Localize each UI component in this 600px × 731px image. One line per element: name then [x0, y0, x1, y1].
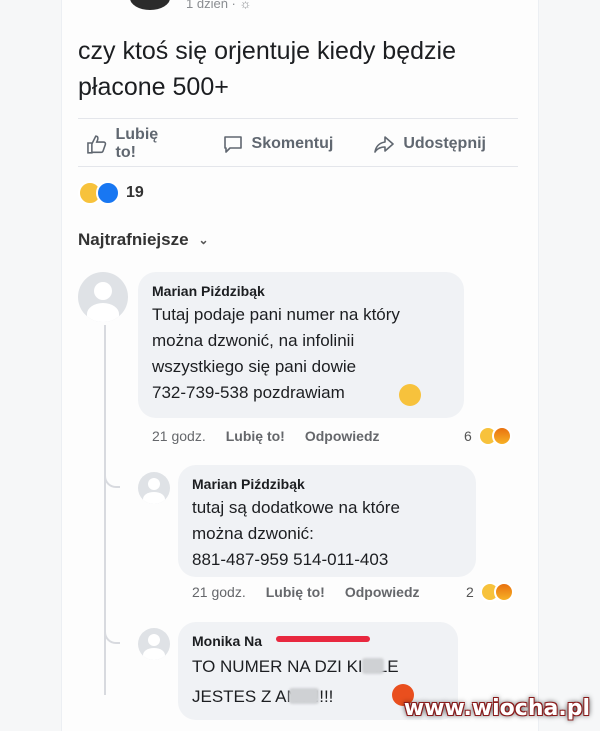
- comment-time[interactable]: 21 godz.: [152, 428, 206, 444]
- comment-button[interactable]: Skomentuj: [222, 134, 334, 154]
- post-actions: Lubię to! Skomentuj Udostępnij: [86, 126, 526, 162]
- right-background: [538, 0, 600, 731]
- censor-blur: [362, 658, 384, 674]
- censor-blur: [289, 688, 319, 704]
- like-label: Lubię to!: [115, 126, 159, 161]
- comment-reply-link[interactable]: Odpowiedz: [305, 428, 380, 444]
- redaction-mark: [276, 636, 370, 642]
- comment-like-link[interactable]: Lubię to!: [226, 428, 285, 444]
- comment-reactions[interactable]: 2: [466, 582, 514, 602]
- comment-time[interactable]: 21 godz.: [192, 584, 246, 600]
- divider: [78, 166, 518, 167]
- share-label: Udostępnij: [403, 135, 486, 152]
- comment-author[interactable]: Marian Piździbąk: [152, 283, 265, 299]
- divider: [78, 118, 518, 119]
- comment-sort-dropdown[interactable]: Najtrafniejsze ⌄: [78, 230, 209, 250]
- comment-text: tutaj są dodatkowe na które można dzwoni…: [192, 498, 400, 569]
- post-timestamp[interactable]: 1 dzień · ☼: [186, 0, 251, 11]
- comment-reaction-count: 6: [464, 428, 472, 444]
- avatar[interactable]: [138, 472, 170, 504]
- comment-meta: 21 godz. Lubię to! Odpowiedz: [192, 584, 420, 600]
- comment-author[interactable]: Marian Piździbąk: [192, 476, 305, 492]
- reaction-count: 19: [126, 184, 144, 201]
- sort-label: Najtrafniejsze: [78, 230, 189, 249]
- chevron-down-icon: ⌄: [198, 233, 209, 247]
- angry-icon: [493, 582, 514, 602]
- thumbs-up-icon: [87, 135, 107, 154]
- reaction-summary[interactable]: 19: [78, 181, 144, 205]
- share-icon: [374, 136, 395, 153]
- comment-icon: [223, 136, 242, 153]
- post-text: czy ktoś się orjentuje kiedy będzie płac…: [78, 37, 456, 101]
- comment-meta: 21 godz. Lubię to! Odpowiedz: [152, 428, 380, 444]
- comment-reactions[interactable]: 6: [464, 426, 512, 446]
- like-icon: [96, 181, 120, 205]
- like-button[interactable]: Lubię to!: [86, 126, 182, 162]
- angry-icon: [491, 426, 512, 446]
- watermark: www.wiocha.pl: [403, 696, 590, 721]
- comment-like-link[interactable]: Lubię to!: [266, 584, 325, 600]
- comment-label: Skomentuj: [251, 135, 334, 152]
- smile-emoji-icon: [399, 384, 421, 406]
- share-button[interactable]: Udostępnij: [373, 134, 486, 154]
- avatar[interactable]: [78, 272, 128, 322]
- post-time: 1 dzień: [186, 0, 228, 11]
- comment-reaction-count: 2: [466, 584, 474, 600]
- globe-icon: ☼: [239, 0, 252, 11]
- comment-author[interactable]: Monika Na: [192, 633, 262, 649]
- left-background: [0, 0, 62, 731]
- comment-reply-link[interactable]: Odpowiedz: [345, 584, 420, 600]
- avatar[interactable]: [138, 628, 170, 660]
